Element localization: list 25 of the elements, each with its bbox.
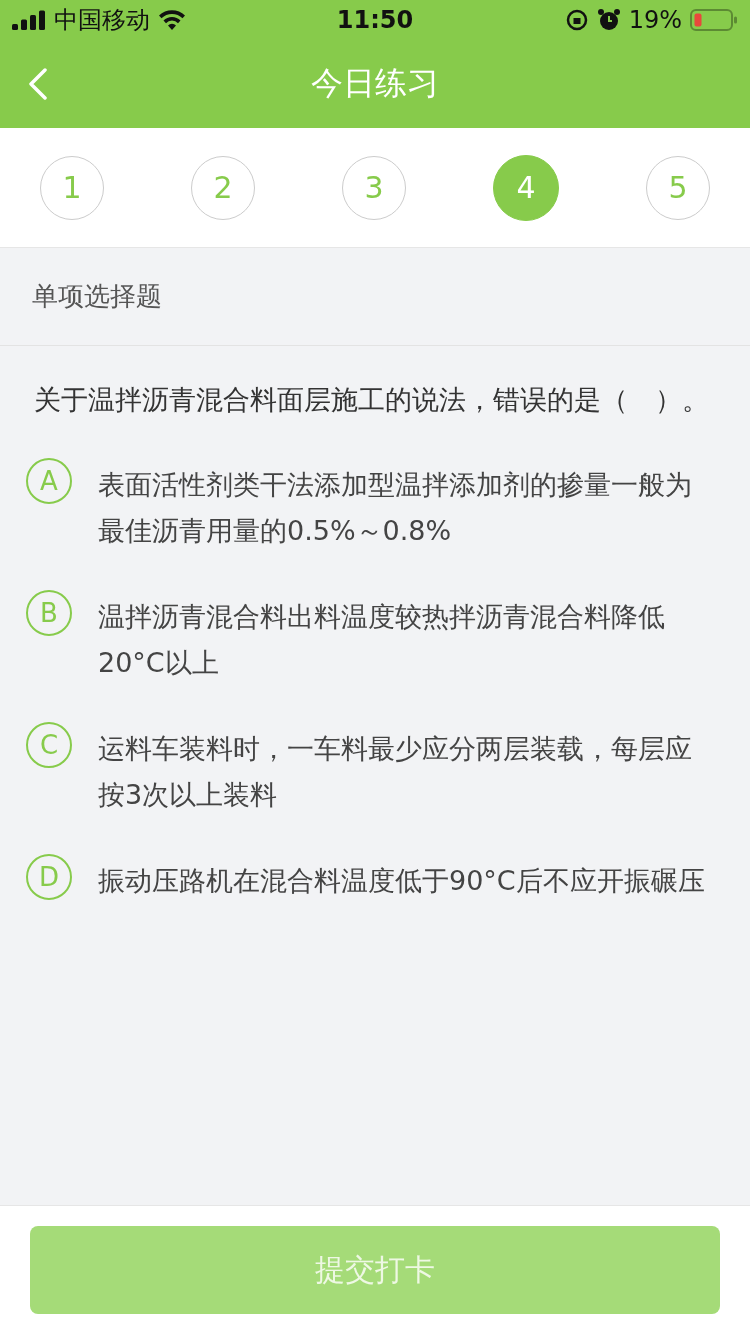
option-letter[interactable]: B bbox=[26, 590, 72, 636]
rotation-lock-icon bbox=[564, 8, 589, 32]
carrier-name: 中国移动 bbox=[54, 5, 150, 36]
wifi-icon bbox=[158, 9, 186, 31]
option-text[interactable]: 振动压路机在混合料温度低于90°C后不应开振碾压 bbox=[98, 858, 705, 904]
question-type: 单项选择题 bbox=[32, 280, 162, 313]
signal-icon bbox=[12, 10, 46, 30]
question-text: 关于温拌沥青混合料面层施工的说法，错误的是（ ）。 bbox=[33, 383, 710, 417]
question-number-tab[interactable]: 2 bbox=[191, 155, 255, 220]
option-letter[interactable]: D bbox=[26, 854, 72, 900]
option-text[interactable]: 温拌沥青混合料出料温度较热拌沥青混合料降低20°C以上 bbox=[98, 594, 710, 686]
nav-title: 今日练习 bbox=[311, 63, 439, 104]
question-number-tab[interactable]: 5 bbox=[646, 155, 710, 220]
battery-icon bbox=[690, 8, 738, 32]
status-time: 11:50 bbox=[336, 6, 414, 34]
option-text[interactable]: 运料车装料时，一车料最少应分两层装载，每层应按3次以上装料 bbox=[98, 726, 710, 818]
question-number-tab[interactable]: 3 bbox=[342, 155, 406, 220]
back-icon[interactable] bbox=[28, 68, 48, 100]
option-letter[interactable]: C bbox=[26, 722, 72, 768]
question-number-tab[interactable]: 1 bbox=[40, 155, 104, 220]
alarm-icon bbox=[596, 8, 621, 32]
battery-percent: 19% bbox=[628, 6, 682, 34]
option-letter[interactable]: A bbox=[26, 458, 72, 504]
question-number-tab[interactable]: 4 bbox=[493, 154, 559, 221]
option-text[interactable]: 表面活性剂类干法添加型温拌添加剂的掺量一般为最佳沥青用量的0.5%～0.8% bbox=[98, 462, 710, 554]
